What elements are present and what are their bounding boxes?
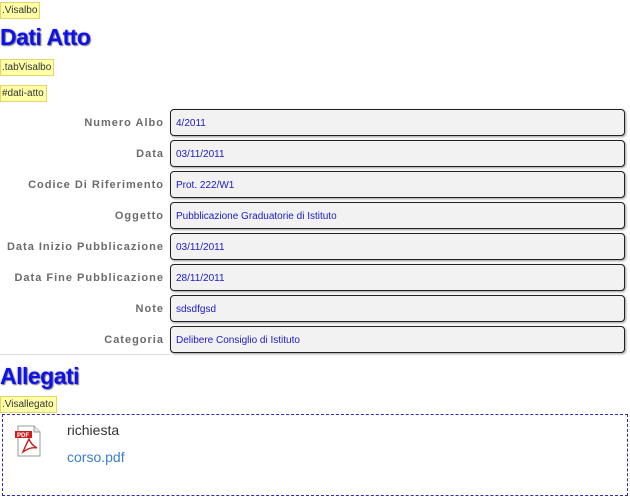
field-label: Categoria: [104, 334, 164, 346]
field-row-data-inizio-pubblicazione: Data Inizio Pubblicazione 03/11/2011: [0, 232, 630, 263]
pdf-file-icon[interactable]: PDF: [15, 425, 43, 457]
field-value: 03/11/2011: [170, 233, 625, 260]
attachment-file-link[interactable]: corso.pdf: [67, 449, 125, 465]
field-row-categoria: Categoria Delibere Consiglio di Istituto: [0, 325, 630, 356]
attachment-box: PDF richiesta corso.pdf: [2, 414, 628, 496]
section-heading-dati-atto: Dati Atto: [0, 24, 91, 50]
field-label: Numero Albo: [84, 117, 164, 129]
field-row-numero-albo: Numero Albo 4/2011: [0, 108, 630, 139]
field-label: Note: [135, 303, 164, 315]
svg-text:PDF: PDF: [17, 433, 29, 439]
field-row-data: Data 03/11/2011: [0, 139, 630, 170]
field-label: Data Fine Pubblicazione: [14, 272, 164, 284]
dati-atto-table: Numero Albo 4/2011 Data 03/11/2011 Codic…: [0, 108, 630, 356]
attachment-title: richiesta: [67, 422, 120, 438]
field-label: Data Inizio Pubblicazione: [6, 241, 164, 253]
field-label: Codice Di Riferimento: [28, 179, 164, 191]
section-heading-allegati: Allegati: [0, 363, 80, 389]
field-value: Delibere Consiglio di Istituto: [170, 326, 625, 353]
field-value: Pubblicazione Graduatorie di Istituto: [170, 202, 625, 229]
field-row-data-fine-pubblicazione: Data Fine Pubblicazione 28/11/2011: [0, 263, 630, 294]
debug-id-tag-dati-atto: #dati-atto: [0, 85, 47, 102]
field-value: 4/2011: [170, 109, 625, 136]
field-row-oggetto: Oggetto Pubblicazione Graduatorie di Ist…: [0, 201, 630, 232]
field-row-note: Note sdsdfgsd: [0, 294, 630, 325]
field-value: Prot. 222/W1: [170, 171, 625, 198]
field-row-codice-di-riferimento: Codice Di Riferimento Prot. 222/W1: [0, 170, 630, 201]
field-value: 28/11/2011: [170, 264, 625, 291]
field-value: sdsdfgsd: [170, 295, 625, 322]
divider: [0, 354, 170, 355]
field-label: Oggetto: [114, 210, 164, 222]
debug-class-tag-tabvisalbo: .tabVisalbo: [0, 59, 55, 76]
debug-class-tag-visalbo: .Visalbo: [0, 2, 41, 19]
field-label: Data: [136, 148, 164, 160]
debug-class-tag-visallegato: .Visallegato: [0, 396, 57, 413]
field-value: 03/11/2011: [170, 140, 625, 167]
